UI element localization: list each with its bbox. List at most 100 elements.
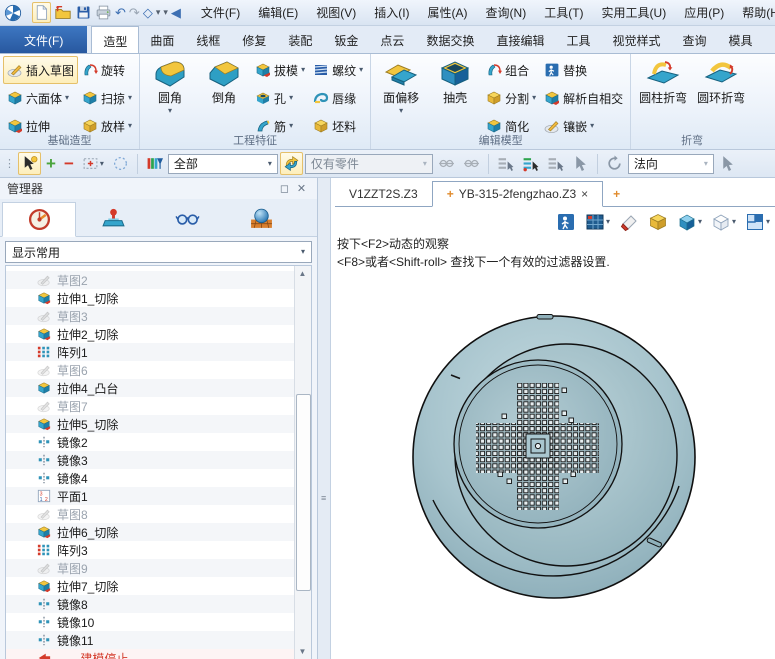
chevron-down-icon[interactable]: ▾: [156, 8, 161, 17]
tree-item-sketch[interactable]: 草图9: [6, 559, 294, 577]
tree-item-extrude-cut[interactable]: 拉伸6_切除: [6, 523, 294, 541]
tab-visual-manager[interactable]: [150, 201, 224, 236]
sweep-button[interactable]: 扫掠 ▾: [78, 84, 136, 112]
model-rim-slot[interactable]: [537, 315, 553, 320]
pointer-button[interactable]: [716, 152, 739, 175]
scroll-down-icon[interactable]: ▼: [295, 644, 310, 659]
menu-edit[interactable]: 编辑(E): [249, 0, 307, 25]
customize-toolbar-icon[interactable]: ▾: [163, 8, 168, 17]
menu-attributes[interactable]: 属性(A): [419, 0, 477, 25]
close-panel-button[interactable]: ✕: [293, 182, 310, 195]
tree-item-extrude-boss[interactable]: 拉伸4_凸台: [6, 379, 294, 397]
open-file-button[interactable]: [54, 3, 72, 22]
wireframe-display-button[interactable]: ▾: [708, 209, 739, 235]
document-tab-active[interactable]: + YB-315-2fengzhao.Z3 ×: [432, 181, 603, 207]
filter-button[interactable]: [143, 152, 166, 175]
fillet-button[interactable]: 圆角 ▾: [143, 56, 197, 115]
resolve-selfintersection-button[interactable]: 解析自相交: [540, 84, 627, 112]
scrollbar-thumb[interactable]: [296, 394, 311, 591]
ribbon-tab-sheetmetal[interactable]: 钣金: [323, 26, 369, 53]
menu-applications[interactable]: 应用(P): [675, 0, 733, 25]
tree-item-history-stop[interactable]: ----- 建模停止 -----: [6, 649, 294, 659]
ribbon-tab-pointcloud[interactable]: 点云: [369, 26, 415, 53]
document-tab[interactable]: V1ZZT2S.Z3: [335, 182, 432, 206]
remove-selection-button[interactable]: −: [61, 152, 77, 175]
hole-button[interactable]: 孔 ▾: [251, 84, 309, 112]
shell-button[interactable]: 抽壳: [428, 56, 482, 106]
erase-button[interactable]: [616, 209, 642, 235]
ribbon-tab-dataexchange[interactable]: 数据交换: [415, 26, 485, 53]
ribbon-tab-tools[interactable]: 工具: [555, 26, 601, 53]
ribbon-tab-file[interactable]: 文件(F): [0, 26, 87, 53]
pick-tool-button[interactable]: [18, 152, 41, 175]
tree-item-mirror[interactable]: 镜像2: [6, 433, 294, 451]
tree-item-plane[interactable]: 平面1: [6, 487, 294, 505]
ribbon-tab-inquire[interactable]: 查询: [672, 26, 718, 53]
history-filter-dropdown[interactable]: 显示常用 ▾: [5, 241, 312, 263]
shaded-display-button[interactable]: ▾: [674, 209, 705, 235]
pick-from-list-button[interactable]: [494, 152, 517, 175]
tree-item-extrude-cut[interactable]: 拉伸2_切除: [6, 325, 294, 343]
chamfer-button[interactable]: 倒角: [197, 56, 251, 106]
ribbon-tab-wireframe[interactable]: 线框: [185, 26, 231, 53]
revolve-button[interactable]: 旋转: [78, 56, 136, 84]
menu-help[interactable]: 帮助(H): [733, 0, 775, 25]
collapse-icon[interactable]: ◀: [171, 6, 181, 19]
filter-scope-dropdown[interactable]: 全部 ▾: [168, 154, 278, 174]
menu-file[interactable]: 文件(F): [192, 0, 249, 25]
swap-filter-button[interactable]: [280, 152, 303, 175]
face-offset-button[interactable]: 面偏移 ▾: [374, 56, 428, 115]
combine-button[interactable]: 组合: [482, 56, 540, 84]
tree-item-sketch[interactable]: 草图3: [6, 307, 294, 325]
menu-inquire[interactable]: 查询(N): [477, 0, 536, 25]
exit-button[interactable]: [553, 209, 579, 235]
tree-item-sketch[interactable]: 草图2: [6, 271, 294, 289]
new-file-button[interactable]: [32, 2, 51, 23]
reset-orientation-button[interactable]: [603, 152, 626, 175]
tree-item-mirror[interactable]: 镜像11: [6, 631, 294, 649]
ribbon-tab-repair[interactable]: 修复: [231, 26, 277, 53]
graphics-canvas[interactable]: V1ZZT2S.Z3 + YB-315-2fengzhao.Z3 × + ▾ ▾: [331, 178, 775, 659]
tree-item-pattern[interactable]: 阵列3: [6, 541, 294, 559]
chain-select-button[interactable]: [435, 152, 458, 175]
tree-item-mirror[interactable]: 镜像10: [6, 613, 294, 631]
lip-button[interactable]: 唇缘: [309, 84, 367, 112]
cursor-tool-button[interactable]: [569, 152, 592, 175]
tree-scrollbar[interactable]: ▲ ▼: [294, 266, 311, 659]
pick-last-entity-button[interactable]: [519, 152, 542, 175]
redo-button[interactable]: ↷: [129, 3, 140, 22]
replace-button[interactable]: 替换: [540, 56, 627, 84]
tree-item-sketch[interactable]: 草图8: [6, 505, 294, 523]
print-button[interactable]: [95, 3, 112, 22]
window-select-button[interactable]: ▾: [79, 152, 107, 175]
selection-mode-button[interactable]: ◇: [143, 3, 153, 22]
menu-utilities[interactable]: 实用工具(U): [593, 0, 676, 25]
insert-sketch-button[interactable]: 插入草图: [3, 56, 78, 84]
tree-item-mirror[interactable]: 镜像3: [6, 451, 294, 469]
toroidal-bend-button[interactable]: 圆环折弯: [692, 56, 750, 106]
tree-item-pattern[interactable]: 阵列1: [6, 343, 294, 361]
tree-item-sketch[interactable]: 草图7: [6, 397, 294, 415]
tree-item-extrude-cut[interactable]: 拉伸7_切除: [6, 577, 294, 595]
attribute-table-button[interactable]: ▾: [582, 209, 613, 235]
tab-render-manager[interactable]: [224, 201, 298, 236]
tree-item-sketch[interactable]: 草图6: [6, 361, 294, 379]
ribbon-tab-directedit[interactable]: 直接编辑: [485, 26, 555, 53]
tree-item-extrude-cut[interactable]: 拉伸5_切除: [6, 415, 294, 433]
menu-tools[interactable]: 工具(T): [535, 0, 592, 25]
ribbon-tab-visualstyle[interactable]: 视觉样式: [601, 26, 671, 53]
close-tab-icon[interactable]: ×: [581, 187, 588, 201]
view-layout-button[interactable]: ▾: [742, 209, 773, 235]
save-button[interactable]: [75, 3, 92, 22]
ribbon-tab-shape[interactable]: 造型: [91, 26, 139, 54]
ribbon-tab-surface[interactable]: 曲面: [139, 26, 185, 53]
add-selection-button[interactable]: +: [43, 152, 59, 175]
draft-button[interactable]: 拔模 ▾: [251, 56, 309, 84]
undo-button[interactable]: ↶: [115, 3, 126, 22]
menu-insert[interactable]: 插入(I): [365, 0, 418, 25]
part-filter-field[interactable]: 仅有零件 ▾: [305, 154, 433, 174]
model-center-boss[interactable]: [526, 434, 550, 458]
float-panel-button[interactable]: ◻: [276, 182, 293, 195]
tree-item-mirror[interactable]: 镜像8: [6, 595, 294, 613]
chain-region-button[interactable]: [460, 152, 483, 175]
